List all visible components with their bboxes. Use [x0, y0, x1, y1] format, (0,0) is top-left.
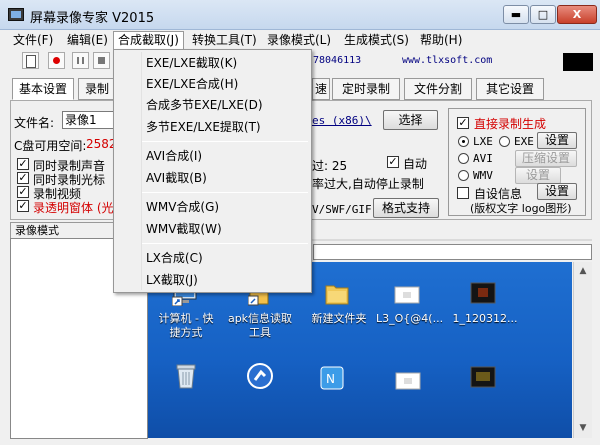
compose-capture-dropdown: EXE/LXE截取(K) EXE/LXE合成(H) 合成多节EXE/LXE(D)… — [113, 49, 312, 293]
desktop-label-video[interactable]: 1_120312... — [448, 312, 522, 326]
tab-scheduled-record[interactable]: 定时录制 — [332, 78, 400, 100]
pause-icon[interactable] — [72, 52, 89, 69]
auto-label: 自动 — [403, 157, 428, 171]
menu-record-mode[interactable]: 录像模式(L) — [263, 32, 335, 49]
desktop-label-apk-tool[interactable]: apk信息读取 工具 — [222, 312, 298, 340]
menu-convert-tools[interactable]: 转换工具(T) — [188, 32, 261, 49]
title-bar: 屏幕录像专家 V2015 ▬ □ X — [0, 0, 600, 30]
new-file-icon[interactable] — [22, 52, 39, 69]
menu-item-avi-compose[interactable]: AVI合成(I) — [115, 146, 310, 166]
filename-label: 文件名: — [14, 116, 55, 130]
disk-space-label: C盘可用空间: — [14, 139, 87, 153]
menu-separator — [142, 192, 308, 193]
app-shortcut-icon[interactable] — [246, 362, 274, 393]
menu-item-exe-lxe-capture[interactable]: EXE/LXE截取(K) — [115, 53, 310, 73]
close-button[interactable]: X — [557, 5, 597, 24]
avi-label: AVI — [473, 152, 493, 165]
menu-compose-capture[interactable]: 合成截取(J) — [113, 31, 184, 50]
record-cursor-checkbox[interactable]: ✓ — [17, 172, 29, 184]
menu-generate-mode[interactable]: 生成模式(S) — [340, 32, 413, 49]
direct-generate-label: 直接录制生成 — [474, 117, 547, 131]
minimize-button[interactable]: ▬ — [503, 5, 529, 24]
menu-edit[interactable]: 编辑(E) — [63, 32, 112, 49]
exe-radio[interactable] — [499, 136, 510, 147]
lxe-settings-button[interactable]: 设置 — [537, 132, 577, 149]
wmv-radio[interactable] — [458, 170, 469, 181]
svg-text:N: N — [326, 372, 335, 386]
folder-icon[interactable] — [324, 280, 350, 309]
menu-file[interactable]: 文件(F) — [9, 32, 57, 49]
menu-item-lx-compose[interactable]: LX合成(C) — [115, 248, 310, 268]
menu-item-compose-multi[interactable]: 合成多节EXE/LXE(D) — [115, 95, 310, 115]
transparent-window-checkbox[interactable]: ✓ — [17, 200, 29, 212]
maximize-button[interactable]: □ — [530, 5, 556, 24]
menu-item-wmv-capture[interactable]: WMV截取(W) — [115, 219, 310, 239]
lnk-app-icon[interactable]: N — [320, 366, 344, 393]
compress-settings-button[interactable]: 压缩设置 — [515, 150, 577, 167]
video-thumbnail-icon[interactable] — [470, 282, 496, 307]
select-path-button[interactable]: 选择 — [383, 110, 438, 130]
transparent-window-label: 录透明窗体 (光 — [33, 201, 114, 215]
menu-item-wmv-compose[interactable]: WMV合成(G) — [115, 197, 310, 217]
frame-rate-label: 过: 25 — [312, 159, 348, 173]
scroll-up-icon[interactable]: ▲ — [576, 264, 590, 278]
desktop-label-new-folder[interactable]: 新建文件夹 — [304, 312, 374, 326]
record-video-checkbox[interactable]: ✓ — [17, 186, 29, 198]
app-icon — [8, 8, 24, 21]
copyright-logo-text: (版权文字 logo图形) — [470, 202, 572, 215]
tab-basic-settings[interactable]: 基本设置 — [12, 78, 74, 100]
scroll-down-icon[interactable]: ▼ — [576, 421, 590, 435]
lxe-label: LXE — [473, 135, 493, 148]
record-icon[interactable] — [48, 52, 65, 69]
custom-info-settings-button[interactable]: 设置 — [537, 183, 577, 200]
record-audio-checkbox[interactable]: ✓ — [17, 158, 29, 170]
menu-item-lx-capture[interactable]: LX截取(J) — [115, 270, 310, 290]
menu-item-exe-lxe-compose[interactable]: EXE/LXE合成(H) — [115, 74, 310, 94]
avi-radio[interactable] — [458, 153, 469, 164]
menu-separator — [142, 141, 308, 142]
contact-number: 78046113 — [313, 55, 362, 66]
record-mode-tab[interactable]: 录像模式 — [10, 222, 128, 238]
tab-other-settings[interactable]: 其它设置 — [476, 78, 544, 100]
stop-icon[interactable] — [93, 52, 110, 69]
format-support-button[interactable]: 格式支持 — [373, 198, 439, 218]
menu-bar: 文件(F) 编辑(E) 合成截取(J) 转换工具(T) 录像模式(L) 生成模式… — [0, 30, 600, 50]
wmv-settings-button[interactable]: 设置 — [515, 167, 561, 184]
menu-help[interactable]: 帮助(H) — [416, 32, 466, 49]
video-thumbnail-icon-2[interactable] — [470, 366, 496, 391]
website-link[interactable]: www.tlxsoft.com — [402, 55, 492, 66]
preview-input[interactable] — [313, 244, 592, 260]
tab-record[interactable]: 录制 — [78, 78, 118, 100]
auto-stop-text: 率过大,自动停止录制 — [312, 177, 424, 191]
document-icon[interactable] — [394, 286, 420, 307]
lxe-radio[interactable] — [458, 136, 469, 147]
tab-speed[interactable]: 速 — [312, 78, 330, 100]
desktop-label-computer[interactable]: 计算机 - 快 捷方式 — [151, 312, 221, 340]
auto-checkbox[interactable]: ✓ — [387, 156, 399, 168]
format-text: V/SWF/GIF — [312, 203, 372, 216]
menu-item-extract-multi[interactable]: 多节EXE/LXE提取(T) — [115, 117, 310, 137]
preview-thumbnail — [563, 53, 593, 71]
desktop-label-l3-file[interactable]: L3_O{@4(... — [376, 312, 443, 326]
custom-info-checkbox[interactable] — [457, 187, 469, 199]
exe-label: EXE — [514, 135, 534, 148]
vertical-scrollbar[interactable]: ▲ ▼ — [573, 262, 592, 438]
recycle-bin-icon[interactable] — [174, 362, 198, 393]
menu-separator — [142, 243, 308, 244]
menu-item-avi-capture[interactable]: AVI截取(B) — [115, 168, 310, 188]
document-icon-2[interactable] — [395, 372, 421, 393]
direct-generate-checkbox[interactable]: ✓ — [457, 117, 469, 129]
filename-input[interactable]: 录像1 — [62, 111, 114, 129]
tab-file-split[interactable]: 文件分割 — [404, 78, 472, 100]
window-title: 屏幕录像专家 V2015 — [30, 11, 155, 26]
save-path[interactable]: es (x86)\ — [312, 114, 372, 127]
wmv-label: WMV — [473, 169, 493, 182]
